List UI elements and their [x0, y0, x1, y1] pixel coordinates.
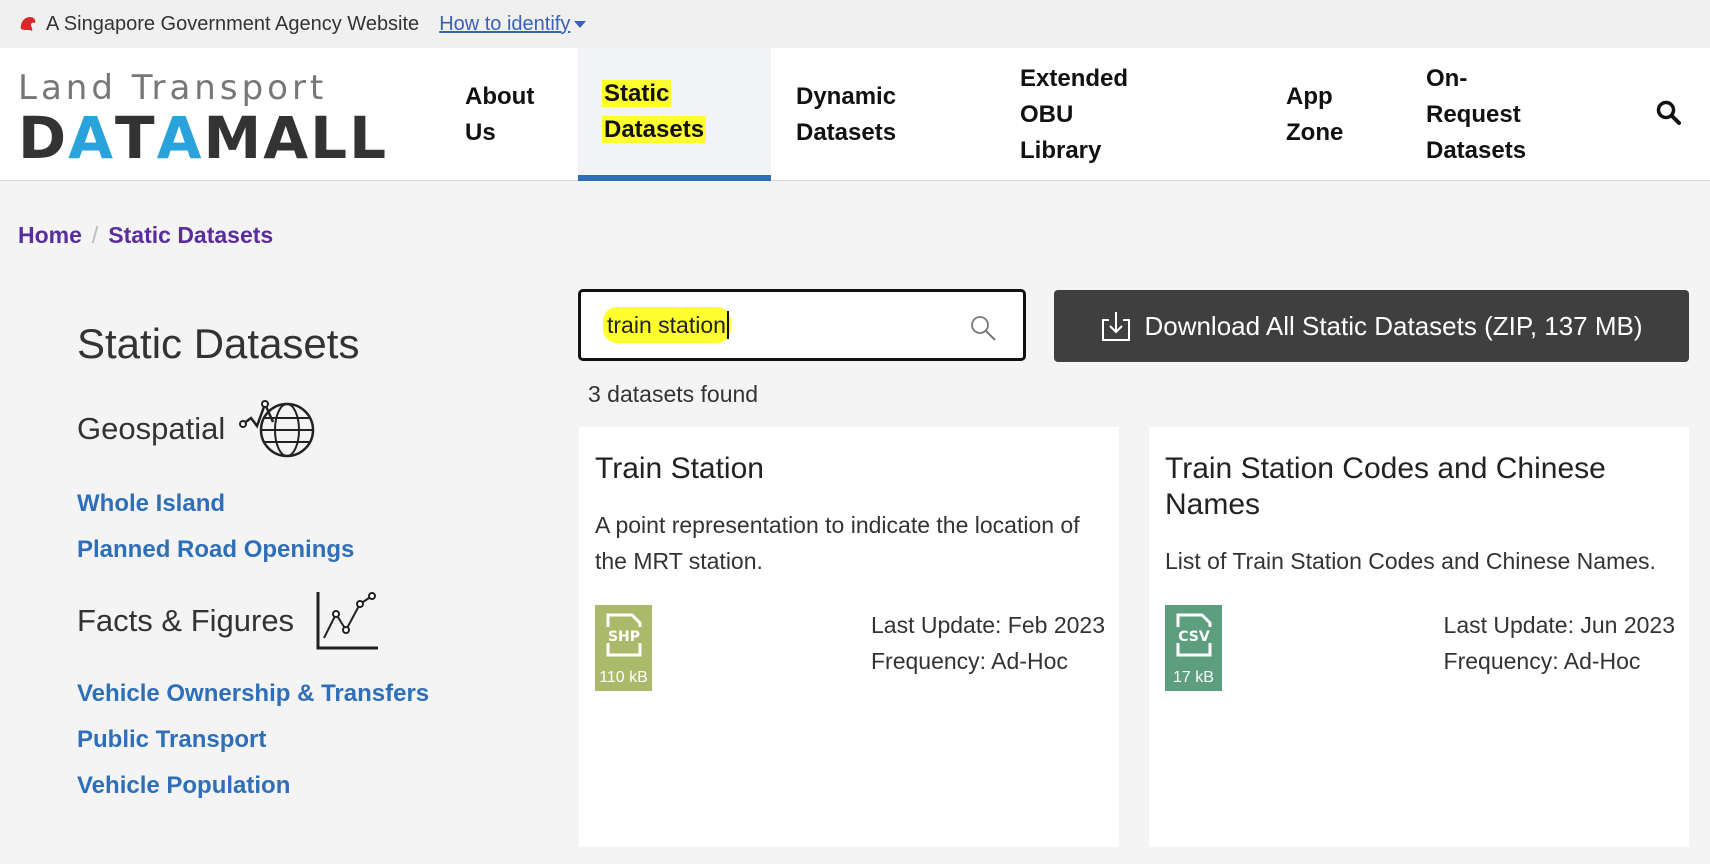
section-label: Facts & Figures: [77, 603, 295, 638]
file-download-badge[interactable]: SHP 110 kB: [595, 605, 652, 691]
site-header: Land Transport D A T A MALL About Us Static Da…: [0, 48, 1710, 181]
search-icon[interactable]: [1656, 100, 1682, 126]
file-type-label: CSV: [1178, 629, 1210, 645]
dataset-description: List of Train Station Codes and Chinese …: [1165, 548, 1656, 574]
nav-about-us[interactable]: About Us: [465, 48, 534, 181]
singapore-lion-icon: [20, 17, 36, 31]
logo-letter: A: [156, 104, 204, 172]
file-download-badge[interactable]: CSV 17 kB: [1165, 605, 1222, 691]
download-icon: [1102, 312, 1131, 341]
nav-label: Datasets: [796, 118, 897, 146]
search-icon[interactable]: [969, 314, 997, 342]
frequency: Frequency: Ad-Hoc: [1443, 648, 1641, 674]
text-cursor: [726, 311, 729, 339]
nav-label: Us: [465, 118, 496, 146]
section-label: Geospatial: [77, 411, 226, 446]
dataset-description: A point representation to indicate the l…: [595, 512, 1080, 574]
nav-dynamic-datasets[interactable]: Dynamic Datasets: [796, 48, 896, 181]
dataset-card[interactable]: Train Station Codes and Chinese Names Li…: [1149, 427, 1689, 847]
frequency: Frequency: Ad-Hoc: [871, 648, 1068, 674]
how-to-identify-label: How to identify: [439, 12, 571, 35]
logo-line2: D A T A MALL: [18, 104, 386, 172]
nav-label: On-Request: [1426, 64, 1521, 128]
nav-label: Datasets: [1426, 136, 1527, 164]
sidebar-link-vehicle-ownership-transfers[interactable]: Vehicle Ownership & Transfers: [77, 680, 537, 708]
line-chart-icon: [316, 592, 379, 650]
masthead-text: A Singapore Government Agency Website: [46, 12, 420, 35]
csv-file-icon: CSV: [1173, 613, 1214, 657]
download-all-label: Download All Static Datasets (ZIP, 137 M…: [1144, 310, 1643, 341]
breadcrumb-separator: /: [91, 222, 99, 248]
nav-label: Zone: [1286, 118, 1344, 146]
breadcrumb-current[interactable]: Static Datasets: [108, 222, 273, 249]
breadcrumb-home[interactable]: Home: [18, 222, 82, 249]
dataset-meta: Last Update: Jun 2023 Frequency: Ad-Hoc: [1444, 607, 1675, 679]
file-size: 17 kB: [1173, 669, 1214, 686]
nav-label: Datasets: [602, 115, 707, 143]
sidebar-link-vehicle-population[interactable]: Vehicle Population: [77, 772, 537, 800]
logo-letter: D: [18, 104, 69, 172]
sidebar-section-facts-figures: Facts & Figures: [77, 590, 537, 652]
logo-letter: A: [68, 104, 116, 172]
file-type-label: SHP: [607, 629, 639, 645]
logo-letter: MALL: [203, 104, 389, 172]
dataset-search-box[interactable]: train station: [578, 289, 1026, 361]
sidebar-link-whole-island[interactable]: Whole Island: [77, 490, 537, 518]
nav-label: App: [1286, 82, 1333, 110]
government-masthead: A Singapore Government Agency Website Ho…: [0, 0, 1710, 48]
sidebar-title: Static Datasets: [77, 320, 360, 367]
breadcrumb: Home / Static Datasets: [18, 222, 273, 249]
logo-letter: T: [115, 104, 157, 172]
nav-on-request-datasets[interactable]: On-Request Datasets: [1426, 48, 1526, 181]
dataset-title[interactable]: Train Station: [595, 451, 1103, 487]
search-input[interactable]: train station: [607, 312, 726, 339]
sidebar-section-geospatial: Geospatial: [77, 398, 537, 460]
dataset-card[interactable]: Train Station A point representation to …: [579, 427, 1119, 847]
nav-label: Static: [602, 79, 672, 107]
nav-app-zone[interactable]: App Zone: [1286, 48, 1343, 181]
logo-line1: Land Transport: [18, 68, 328, 108]
last-update: Last Update: Jun 2023: [1443, 612, 1675, 638]
sidebar-link-planned-road-openings[interactable]: Planned Road Openings: [77, 536, 537, 564]
download-all-button[interactable]: Download All Static Datasets (ZIP, 137 M…: [1054, 290, 1689, 362]
globe-icon: [239, 400, 315, 458]
file-size: 110 kB: [599, 669, 648, 686]
nav-static-datasets[interactable]: Static Datasets: [578, 48, 771, 181]
nav-label: Library: [1020, 136, 1102, 164]
nav-label: Extended OBU: [1020, 64, 1129, 128]
nav-extended-obu-library[interactable]: Extended OBU Library: [1020, 48, 1128, 181]
datamall-logo[interactable]: Land Transport D A T A MALL: [18, 68, 386, 172]
caret-down-icon: [574, 20, 587, 28]
search-highlight: train station: [603, 307, 731, 343]
sidebar: Static Datasets Geospatial Whole Island …: [77, 320, 537, 800]
how-to-identify-link[interactable]: How to identify: [439, 12, 587, 36]
last-update: Last Update: Feb 2023: [871, 612, 1105, 638]
shp-file-icon: SHP: [603, 613, 644, 657]
dataset-title[interactable]: Train Station Codes and Chinese Names: [1165, 451, 1673, 523]
nav-label: Dynamic: [796, 82, 897, 110]
results-count: 3 datasets found: [588, 381, 759, 407]
nav-label: About: [465, 82, 535, 110]
sidebar-link-public-transport[interactable]: Public Transport: [77, 726, 537, 754]
dataset-meta: Last Update: Feb 2023 Frequency: Ad-Hoc: [871, 607, 1105, 679]
